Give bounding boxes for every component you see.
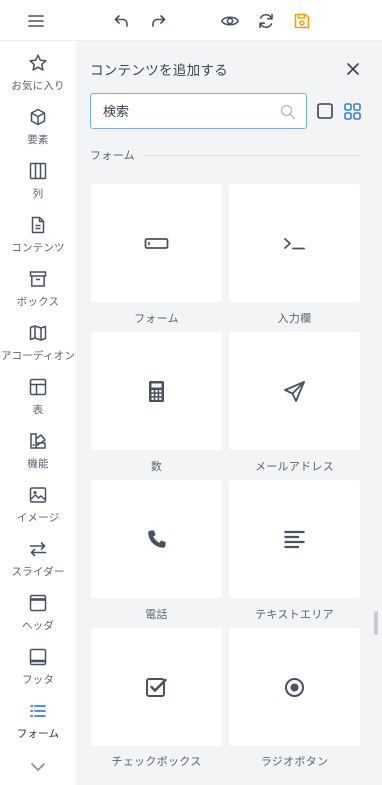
sidebar-item-footer[interactable]: フッタ bbox=[0, 645, 76, 695]
sidebar-item-image[interactable]: イメージ bbox=[0, 483, 76, 533]
sidebar-item-label: コンテンツ bbox=[11, 242, 65, 254]
sidebar-item-accordion[interactable]: アコーディオン bbox=[0, 321, 76, 371]
card-phone[interactable] bbox=[91, 480, 222, 598]
card-email[interactable] bbox=[229, 332, 360, 450]
redo-icon[interactable] bbox=[145, 8, 171, 34]
image-icon bbox=[28, 485, 48, 505]
sidebar-item-columns[interactable]: 列 bbox=[0, 159, 76, 209]
sidebar-item-form[interactable]: フォーム bbox=[0, 699, 76, 749]
undo-icon[interactable] bbox=[109, 8, 135, 34]
sidebar-item-label: 機能 bbox=[27, 458, 49, 470]
paper-plane-icon bbox=[282, 379, 307, 404]
add-content-panel: コンテンツを追加する フォーム フォーム 入力欄 数 メールアドレス 電話 テ bbox=[77, 41, 382, 785]
eye-icon[interactable] bbox=[217, 8, 243, 34]
footer-icon bbox=[28, 647, 48, 667]
sidebar-item-label: フォーム bbox=[16, 728, 60, 740]
prompt-icon bbox=[282, 231, 307, 256]
card-form[interactable] bbox=[91, 184, 222, 302]
sidebar-item-label: ヘッダ bbox=[21, 620, 55, 632]
checkbox-icon bbox=[144, 675, 169, 700]
section-divider bbox=[143, 155, 361, 156]
slider-arrows-icon bbox=[28, 539, 48, 559]
star-icon bbox=[28, 53, 48, 73]
card-label: メールアドレス bbox=[254, 460, 335, 473]
sidebar-item-label: スライダー bbox=[11, 566, 65, 578]
list-icon bbox=[28, 701, 48, 721]
search-icon[interactable] bbox=[279, 103, 297, 121]
save-icon[interactable] bbox=[289, 8, 315, 34]
sidebar-item-label: フッタ bbox=[21, 674, 55, 686]
card-label: 電話 bbox=[145, 608, 168, 621]
table-icon bbox=[28, 377, 48, 397]
panel-title: コンテンツを追加する bbox=[90, 63, 228, 79]
calculator-icon bbox=[144, 379, 169, 404]
sidebar-item-label: 表 bbox=[32, 404, 44, 416]
card-label: 数 bbox=[150, 460, 163, 473]
sidebar-item-elements[interactable]: 要素 bbox=[0, 105, 76, 155]
chevron-down-icon[interactable] bbox=[28, 759, 48, 775]
phone-icon bbox=[144, 527, 169, 552]
card-label: テキストエリア bbox=[255, 608, 334, 621]
card-checkbox[interactable] bbox=[91, 628, 222, 746]
close-icon[interactable] bbox=[343, 59, 363, 79]
card-radio[interactable] bbox=[229, 628, 360, 746]
form-field-icon bbox=[144, 231, 169, 256]
archive-box-icon bbox=[28, 269, 48, 289]
top-toolbar bbox=[0, 0, 382, 41]
sidebar-item-label: アコーディオン bbox=[0, 350, 76, 362]
document-icon bbox=[28, 215, 48, 235]
sidebar-item-label: ボックス bbox=[16, 296, 60, 308]
sidebar-item-slider[interactable]: スライダー bbox=[0, 537, 76, 587]
category-sidebar: お気に入り 要素 列 コンテンツ ボックス アコーディオン 表 機能 イメージ … bbox=[0, 41, 76, 785]
search-input[interactable] bbox=[103, 102, 273, 122]
sidebar-item-label: お気に入り bbox=[11, 80, 65, 92]
single-view-icon[interactable] bbox=[317, 103, 333, 119]
sidebar-item-favorites[interactable]: お気に入り bbox=[0, 51, 76, 101]
sidebar-item-content[interactable]: コンテンツ bbox=[0, 213, 76, 263]
card-label: ラジオボタン bbox=[260, 755, 329, 768]
sidebar-item-box[interactable]: ボックス bbox=[0, 267, 76, 317]
card-label: フォーム bbox=[134, 312, 179, 325]
hamburger-menu-icon[interactable] bbox=[23, 8, 49, 34]
card-number[interactable] bbox=[91, 332, 222, 450]
sidebar-item-label: 要素 bbox=[27, 134, 49, 146]
align-left-icon bbox=[282, 527, 307, 552]
card-label: チェックボックス bbox=[111, 755, 202, 768]
card-label: 入力欄 bbox=[277, 312, 312, 325]
sidebar-item-label: イメージ bbox=[16, 512, 60, 524]
sidebar-item-label: 列 bbox=[32, 188, 44, 200]
card-input[interactable] bbox=[229, 184, 360, 302]
sidebar-item-features[interactable]: 機能 bbox=[0, 429, 76, 479]
radio-icon bbox=[282, 675, 307, 700]
search-box bbox=[90, 93, 307, 129]
map-fold-icon bbox=[28, 323, 48, 343]
card-textarea[interactable] bbox=[229, 480, 360, 598]
shapes-icon bbox=[28, 431, 48, 451]
sidebar-item-table[interactable]: 表 bbox=[0, 375, 76, 425]
sidebar-item-header[interactable]: ヘッダ bbox=[0, 591, 76, 641]
section-heading: フォーム bbox=[90, 149, 135, 162]
columns-icon bbox=[28, 161, 48, 181]
grid-view-icon[interactable] bbox=[344, 103, 361, 120]
panel-scrollbar[interactable] bbox=[374, 611, 378, 635]
cube-icon bbox=[28, 107, 48, 127]
refresh-icon[interactable] bbox=[253, 8, 279, 34]
header-icon bbox=[28, 593, 48, 613]
